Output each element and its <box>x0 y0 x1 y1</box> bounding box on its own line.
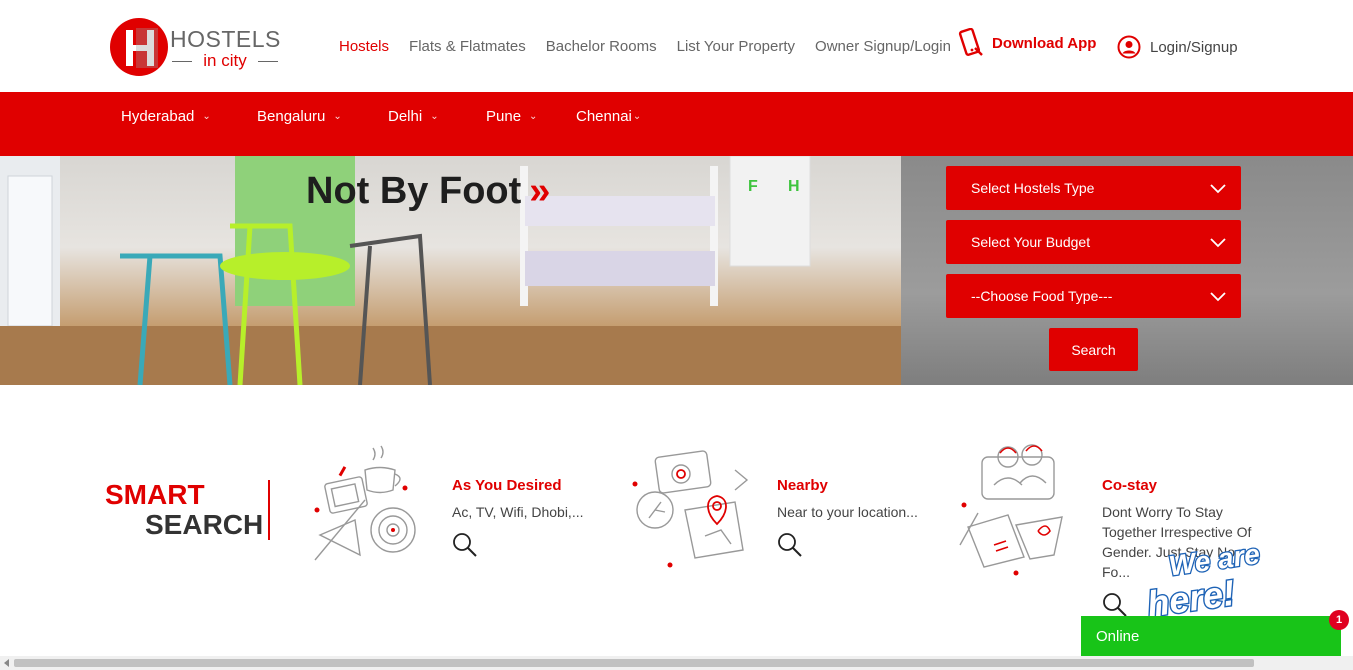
hero-title-text: Not By Foot <box>306 170 522 212</box>
city-label: Bengaluru <box>257 108 326 125</box>
feature-title-as-you-desired: As You Desired <box>452 477 562 494</box>
smart-search-heading: SMART SEARCH <box>105 480 263 540</box>
feature-desc-nearby: Near to your location... <box>777 504 918 520</box>
svg-text:H: H <box>788 178 800 195</box>
city-label: Pune <box>486 108 522 125</box>
smart-search-line1: SMART <box>105 479 205 510</box>
city-label: Chennai <box>576 108 632 125</box>
search-icon[interactable] <box>452 532 478 558</box>
budget-value: Select Your Budget <box>971 234 1091 250</box>
we-are-here-banner[interactable]: We are here! <box>1140 540 1285 618</box>
horizontal-scrollbar[interactable] <box>0 656 1353 670</box>
download-app-label: Download App <box>992 34 1097 52</box>
chevron-down-icon <box>1210 238 1226 248</box>
search-button[interactable]: Search <box>1049 328 1138 371</box>
login-label: Login/Signup <box>1150 38 1238 56</box>
chevron-down-icon <box>1210 184 1226 194</box>
feature-title-co-stay: Co-stay <box>1102 477 1158 494</box>
chevron-down-icon <box>1210 292 1226 302</box>
smart-search-line2: SEARCH <box>145 509 264 540</box>
city-hyderabad[interactable]: Hyderabad ⌄ <box>121 108 211 125</box>
search-icon[interactable] <box>777 532 803 558</box>
city-chennai[interactable]: Chennai ⌄ <box>576 108 641 125</box>
phone-icon <box>958 28 983 56</box>
nav-bachelor-rooms[interactable]: Bachelor Rooms <box>546 38 657 55</box>
scroll-left-icon[interactable] <box>3 659 11 667</box>
feature-desc-as-you-desired: Ac, TV, Wifi, Dhobi,... <box>452 504 584 520</box>
scrollbar-thumb[interactable] <box>14 659 1254 667</box>
budget-select[interactable]: Select Your Budget <box>946 220 1241 264</box>
city-delhi[interactable]: Delhi ⌄ <box>388 108 439 125</box>
chevron-down-icon: ⌄ <box>632 111 642 122</box>
chevron-down-icon: ⌄ <box>202 111 211 122</box>
nav-flats-flatmates[interactable]: Flats & Flatmates <box>409 38 526 55</box>
food-type-select[interactable]: --Choose Food Type--- <box>946 274 1241 318</box>
city-menu-bar: Hyderabad ⌄ Bengaluru ⌄ Delhi ⌄ Pune ⌄ Chenn… <box>0 92 1353 156</box>
nav-list-property[interactable]: List Your Property <box>677 38 795 55</box>
login-link[interactable]: Login/Signup <box>1117 35 1238 59</box>
feature-title-nearby: Nearby <box>777 477 828 494</box>
user-icon <box>1117 35 1141 59</box>
hero-title: Not By Foot» <box>306 170 550 213</box>
city-label: Delhi <box>388 108 423 125</box>
logo-h-icon <box>126 28 158 68</box>
main-nav: Hostels Flats & Flatmates Bachelor Rooms… <box>339 38 971 55</box>
nearby-map-icon <box>632 450 749 568</box>
co-stay-icon <box>959 444 1063 576</box>
svg-text:here!: here! <box>1145 572 1238 618</box>
chat-online-bar[interactable]: Online <box>1081 616 1341 656</box>
food-type-value: --Choose Food Type--- <box>971 288 1113 304</box>
hostel-type-value: Select Hostels Type <box>971 180 1095 196</box>
logo-mark <box>110 18 168 76</box>
svg-text:F: F <box>748 178 758 195</box>
chevron-down-icon: ⌄ <box>430 111 439 122</box>
hostel-type-select[interactable]: Select Hostels Type <box>946 166 1241 210</box>
city-pune[interactable]: Pune ⌄ <box>486 108 537 125</box>
chevron-down-icon: ⌄ <box>529 111 538 122</box>
logo-text-top: HOSTELS <box>170 26 281 52</box>
nav-owner-signup[interactable]: Owner Signup/Login <box>815 38 951 55</box>
logo-text-bottom: in city <box>172 51 278 71</box>
chevron-down-icon: ⌄ <box>333 111 342 122</box>
page: HOSTELS in city Hostels Flats & Flatmate… <box>0 0 1353 670</box>
amenities-icon <box>314 445 416 561</box>
divider <box>268 480 270 540</box>
search-icon[interactable] <box>1102 592 1128 618</box>
nav-hostels[interactable]: Hostels <box>339 38 389 55</box>
city-bengaluru[interactable]: Bengaluru ⌄ <box>257 108 342 125</box>
download-app-link[interactable]: Download App <box>958 28 1096 58</box>
site-header: HOSTELS in city Hostels Flats & Flatmate… <box>0 0 1353 92</box>
chat-unread-badge: 1 <box>1329 610 1349 630</box>
logo[interactable]: HOSTELS in city <box>110 18 280 76</box>
double-chevron-icon: » <box>529 170 551 212</box>
city-label: Hyderabad <box>121 108 195 125</box>
